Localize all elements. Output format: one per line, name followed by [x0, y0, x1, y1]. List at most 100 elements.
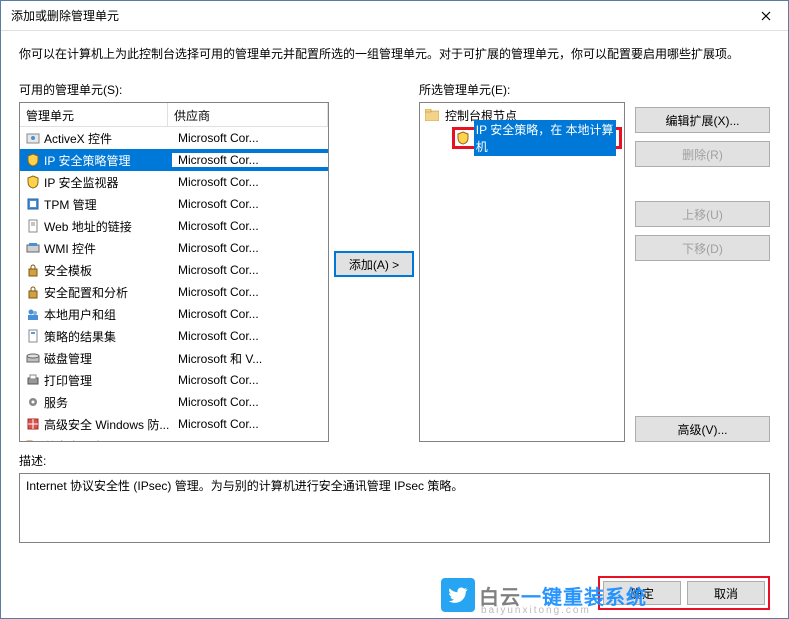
list-item[interactable]: 共享文件夹Microsoft Cor...	[20, 435, 328, 441]
list-item[interactable]: 打印管理Microsoft Cor...	[20, 369, 328, 391]
remove-button[interactable]: 删除(R)	[635, 141, 770, 167]
snapin-vendor: Microsoft Cor...	[172, 131, 328, 145]
available-label: 可用的管理单元(S):	[19, 81, 329, 98]
col-header-name[interactable]: 管理单元	[20, 103, 168, 126]
tree-child-label: IP 安全策略，在 本地计算机	[474, 120, 616, 156]
description-section: 描述: Internet 协议安全性 (IPsec) 管理。为与别的计算机进行安…	[19, 452, 770, 543]
selected-label: 所选管理单元(E):	[419, 81, 625, 98]
snapin-name: 安全配置和分析	[44, 284, 172, 301]
list-item[interactable]: IP 安全策略管理Microsoft Cor...	[20, 149, 328, 171]
snapin-name: 策略的结果集	[44, 328, 172, 345]
folder-icon	[25, 438, 41, 441]
window-title: 添加或删除管理单元	[11, 7, 743, 24]
snapin-name: WMI 控件	[44, 240, 172, 257]
snapin-name: 磁盘管理	[44, 350, 172, 367]
folder-icon	[424, 107, 440, 123]
titlebar: 添加或删除管理单元	[1, 1, 788, 31]
snapin-vendor: Microsoft Cor...	[172, 329, 328, 343]
list-item[interactable]: TPM 管理Microsoft Cor...	[20, 193, 328, 215]
snapin-name: 服务	[44, 394, 172, 411]
doc-icon	[25, 218, 41, 234]
selected-panel: 所选管理单元(E): 控制台根节点 IP 安全策略，在	[419, 81, 770, 442]
printer-icon	[25, 372, 41, 388]
snapin-name: 安全模板	[44, 262, 172, 279]
snapin-vendor: Microsoft Cor...	[172, 219, 328, 233]
list-body[interactable]: ActiveX 控件Microsoft Cor...IP 安全策略管理Micro…	[20, 127, 328, 441]
snapin-vendor: Microsoft 和 V...	[172, 350, 328, 367]
snapin-vendor: Microsoft Cor...	[172, 197, 328, 211]
shield-icon	[456, 130, 471, 146]
snapin-name: 共享文件夹	[44, 438, 172, 442]
shield-y-icon	[25, 152, 41, 168]
snapin-name: 本地用户和组	[44, 306, 172, 323]
add-button[interactable]: 添加(A) >	[334, 251, 414, 277]
snapin-vendor: Microsoft Cor...	[172, 153, 328, 167]
list-item[interactable]: IP 安全监视器Microsoft Cor...	[20, 171, 328, 193]
tree-child-ipsec[interactable]: IP 安全策略，在 本地计算机	[452, 127, 622, 149]
list-item[interactable]: 磁盘管理Microsoft 和 V...	[20, 347, 328, 369]
list-item[interactable]: WMI 控件Microsoft Cor...	[20, 237, 328, 259]
list-item[interactable]: 高级安全 Windows 防...Microsoft Cor...	[20, 413, 328, 435]
close-button[interactable]	[743, 1, 788, 31]
panels: 可用的管理单元(S): 管理单元 供应商 ActiveX 控件Microsoft…	[19, 81, 770, 442]
content-area: 你可以在计算机上为此控制台选择可用的管理单元并配置所选的一组管理单元。对于可扩展…	[1, 31, 788, 568]
snapin-name: TPM 管理	[44, 196, 172, 213]
tpm-icon	[25, 196, 41, 212]
close-icon	[761, 11, 771, 21]
advanced-button[interactable]: 高级(V)...	[635, 416, 770, 442]
users-icon	[25, 306, 41, 322]
snapin-name: 高级安全 Windows 防...	[44, 416, 172, 433]
list-item[interactable]: 本地用户和组Microsoft Cor...	[20, 303, 328, 325]
snapin-vendor: Microsoft Cor...	[172, 285, 328, 299]
wmi-icon	[25, 240, 41, 256]
snapin-vendor: Microsoft Cor...	[172, 439, 328, 441]
doc2-icon	[25, 328, 41, 344]
available-panel: 可用的管理单元(S): 管理单元 供应商 ActiveX 控件Microsoft…	[19, 81, 329, 442]
list-item[interactable]: 安全配置和分析Microsoft Cor...	[20, 281, 328, 303]
button-column: 编辑扩展(X)... 删除(R) 上移(U) 下移(D) 高级(V)...	[635, 81, 770, 442]
list-item[interactable]: ActiveX 控件Microsoft Cor...	[20, 127, 328, 149]
list-item[interactable]: 安全模板Microsoft Cor...	[20, 259, 328, 281]
snapin-name: IP 安全策略管理	[44, 152, 172, 169]
available-listbox[interactable]: 管理单元 供应商 ActiveX 控件Microsoft Cor...IP 安全…	[19, 102, 329, 442]
selected-tree[interactable]: 控制台根节点 IP 安全策略，在 本地计算机	[419, 102, 625, 442]
edit-extensions-button[interactable]: 编辑扩展(X)...	[635, 107, 770, 133]
disk-icon	[25, 350, 41, 366]
list-header: 管理单元 供应商	[20, 103, 328, 127]
dialog-window: 添加或删除管理单元 你可以在计算机上为此控制台选择可用的管理单元并配置所选的一组…	[0, 0, 789, 619]
watermark-sub: baiyunxitong.com	[481, 605, 591, 616]
firewall-icon	[25, 416, 41, 432]
mid-panel: 添加(A) >	[329, 81, 419, 442]
watermark-logo-icon	[441, 578, 475, 612]
bottom-bar: 白云一键重装系统 baiyunxitong.com 确定 取消	[1, 568, 788, 618]
list-item[interactable]: 策略的结果集Microsoft Cor...	[20, 325, 328, 347]
snapin-vendor: Microsoft Cor...	[172, 175, 328, 189]
snapin-vendor: Microsoft Cor...	[172, 373, 328, 387]
tree-wrap: 所选管理单元(E): 控制台根节点 IP 安全策略，在	[419, 81, 625, 442]
ok-cancel-highlight: 确定 取消	[598, 576, 770, 610]
snapin-name: IP 安全监视器	[44, 174, 172, 191]
activex-icon	[25, 130, 41, 146]
lock-icon	[25, 284, 41, 300]
description-label: 描述:	[19, 452, 770, 469]
snapin-vendor: Microsoft Cor...	[172, 395, 328, 409]
list-item[interactable]: 服务Microsoft Cor...	[20, 391, 328, 413]
gear-icon	[25, 394, 41, 410]
snapin-name: 打印管理	[44, 372, 172, 389]
snapin-name: Web 地址的链接	[44, 218, 172, 235]
snapin-vendor: Microsoft Cor...	[172, 417, 328, 431]
description-box: Internet 协议安全性 (IPsec) 管理。为与别的计算机进行安全通讯管…	[19, 473, 770, 543]
snapin-vendor: Microsoft Cor...	[172, 307, 328, 321]
shield-y-icon	[25, 174, 41, 190]
snapin-vendor: Microsoft Cor...	[172, 263, 328, 277]
snapin-name: ActiveX 控件	[44, 130, 172, 147]
snapin-vendor: Microsoft Cor...	[172, 241, 328, 255]
cancel-button[interactable]: 取消	[687, 581, 765, 605]
lock-icon	[25, 262, 41, 278]
move-down-button[interactable]: 下移(D)	[635, 235, 770, 261]
list-item[interactable]: Web 地址的链接Microsoft Cor...	[20, 215, 328, 237]
intro-text: 你可以在计算机上为此控制台选择可用的管理单元并配置所选的一组管理单元。对于可扩展…	[19, 45, 770, 63]
col-header-vendor[interactable]: 供应商	[168, 103, 328, 126]
move-up-button[interactable]: 上移(U)	[635, 201, 770, 227]
ok-button[interactable]: 确定	[603, 581, 681, 605]
